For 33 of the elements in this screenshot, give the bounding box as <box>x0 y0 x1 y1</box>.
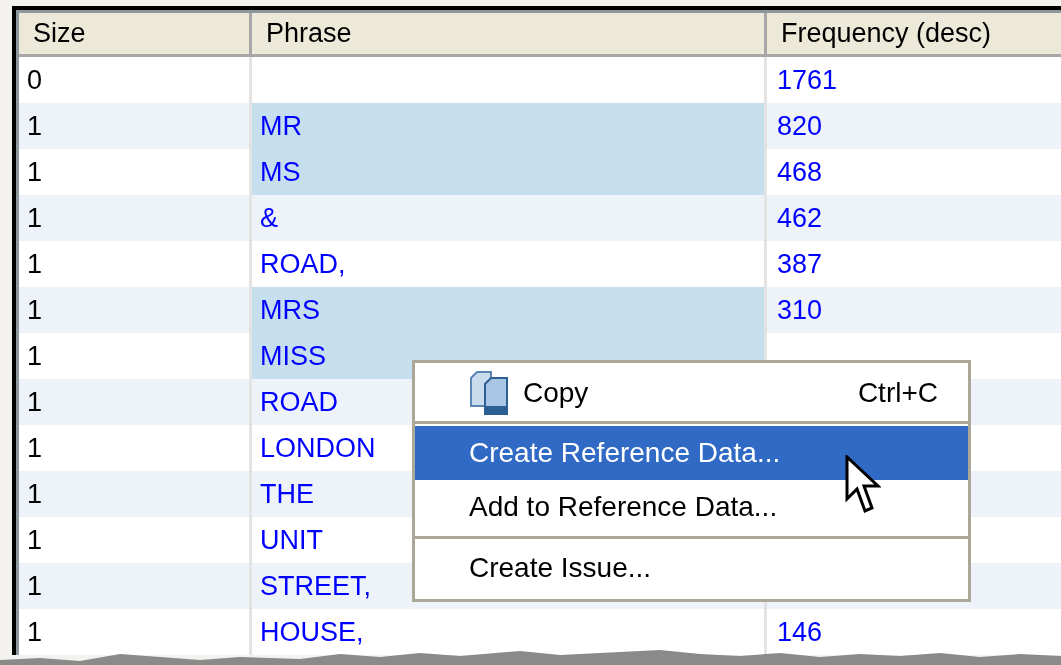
table-cell-text: 1 <box>27 155 43 189</box>
table-cell-text: 820 <box>777 109 823 143</box>
table-cell-text: 1 <box>27 615 43 649</box>
table-cell-text: 1 <box>27 339 43 373</box>
menu-item-label: Create Reference Data... <box>469 436 781 470</box>
phrase-cell[interactable]: MS <box>252 149 767 195</box>
shortcut-label: Ctrl+C <box>857 376 938 410</box>
menu-item-label: Add to Reference Data... <box>469 490 778 524</box>
table-cell-text: 1 <box>27 431 43 465</box>
menu-item-label: Copy <box>523 376 589 410</box>
table-cell-text: 1761 <box>777 63 838 97</box>
table-cell-text: 0 <box>27 63 43 97</box>
menu-item-label: Create Issue... <box>469 551 652 585</box>
table-cell-text: 1 <box>27 523 43 557</box>
table-cell-text: 1 <box>27 293 43 327</box>
cursor-icon <box>845 455 881 515</box>
phrase-cell[interactable]: MR <box>252 103 767 149</box>
table-cell-text: 1 <box>27 201 43 235</box>
table-cell-text: 1 <box>27 247 43 281</box>
table-cell-text: 1 <box>27 569 43 603</box>
table-cell-text: 1 <box>27 109 43 143</box>
table-cell-text: 310 <box>777 293 823 327</box>
column-header[interactable]: Size <box>19 13 252 54</box>
table-cell-text: 1 <box>27 385 43 419</box>
phrase-cell[interactable]: MRS <box>252 287 767 333</box>
table-cell-text: 462 <box>777 201 823 235</box>
table-cell-text: 146 <box>777 615 823 649</box>
column-header[interactable]: Frequency (desc) <box>767 13 1061 54</box>
column-header[interactable]: Phrase <box>252 13 767 54</box>
table-cell-text: 1 <box>27 477 43 511</box>
table-cell-text: 468 <box>777 155 823 189</box>
table-cell-text: 387 <box>777 247 823 281</box>
menu-item[interactable]: Create Reference Data... <box>415 426 968 480</box>
